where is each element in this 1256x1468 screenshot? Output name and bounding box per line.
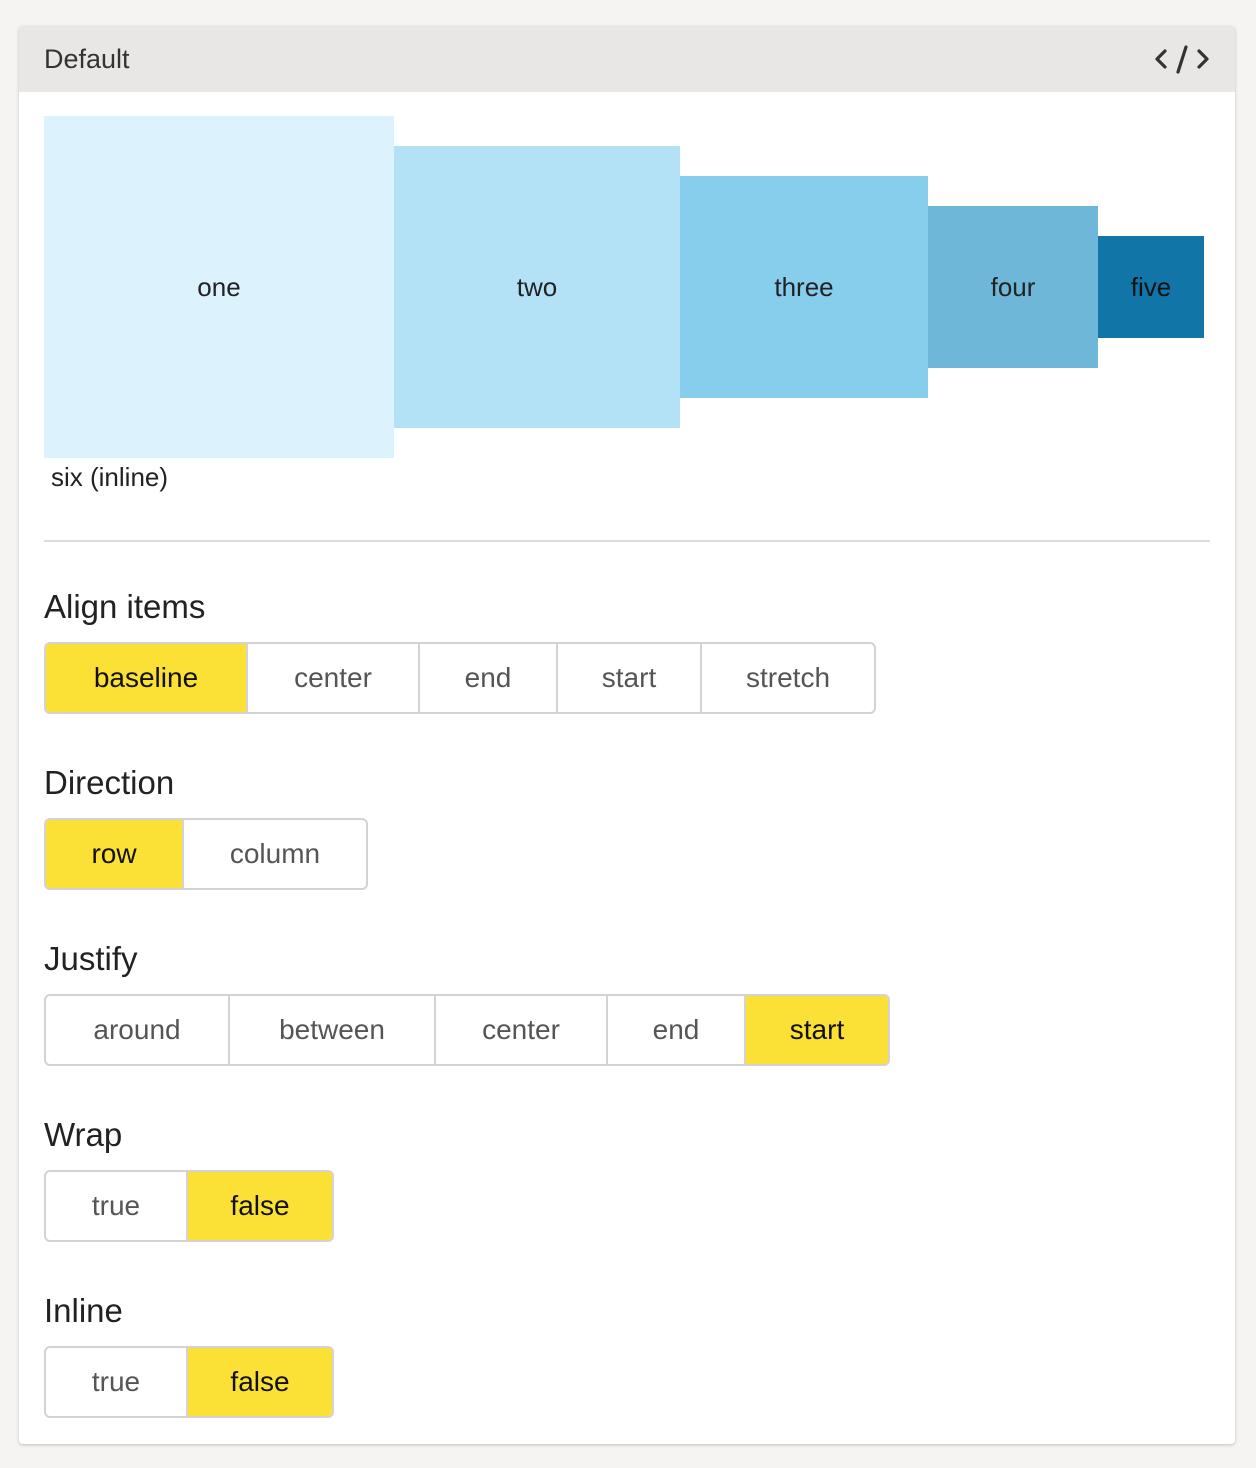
- panel-title: Default: [44, 44, 130, 74]
- justify-option-around[interactable]: around: [46, 996, 228, 1064]
- demo-box-one: one: [44, 116, 394, 458]
- wrap-option-false[interactable]: false: [186, 1172, 332, 1240]
- align-items-option-start[interactable]: start: [556, 644, 700, 712]
- align-items-label: Align items: [44, 588, 206, 625]
- demo-box-five: five: [1098, 236, 1204, 338]
- demo-box-label: two: [516, 271, 558, 302]
- direction-option-column[interactable]: column: [182, 820, 366, 888]
- demo-box-label: one: [197, 271, 241, 302]
- justify-option-start[interactable]: start: [744, 996, 888, 1064]
- demo-box-label: five: [1130, 271, 1172, 302]
- inline-label: Inline: [44, 1292, 123, 1329]
- inline-option-false[interactable]: false: [186, 1348, 332, 1416]
- align-items-option-stretch[interactable]: stretch: [700, 644, 874, 712]
- demo-inline-text: six (inline): [51, 462, 169, 492]
- demo-box-two: two: [394, 146, 680, 428]
- inline-button-group: true false: [44, 1346, 334, 1418]
- wrap-option-true[interactable]: true: [46, 1172, 186, 1240]
- direction-label: Direction: [44, 764, 175, 801]
- justify-button-group: around between center end start: [44, 994, 890, 1066]
- wrap-label: Wrap: [44, 1116, 123, 1153]
- align-items-option-baseline[interactable]: baseline: [46, 644, 246, 712]
- code-icon[interactable]: [1153, 42, 1211, 76]
- wrap-button-group: true false: [44, 1170, 334, 1242]
- align-items-button-group: baseline center end start stretch: [44, 642, 876, 714]
- demo-box-three: three: [680, 176, 928, 398]
- align-items-option-center[interactable]: center: [246, 644, 418, 712]
- justify-option-between[interactable]: between: [228, 996, 434, 1064]
- demo-box-label: four: [990, 271, 1036, 302]
- inline-option-true[interactable]: true: [46, 1348, 186, 1416]
- example-panel: Default one two three four five six (inl…: [19, 26, 1235, 1444]
- direction-option-row[interactable]: row: [46, 820, 182, 888]
- justify-option-end[interactable]: end: [606, 996, 744, 1064]
- panel-header: Default: [19, 26, 1235, 92]
- justify-option-center[interactable]: center: [434, 996, 606, 1064]
- demo-box-label: three: [774, 271, 834, 302]
- direction-button-group: row column: [44, 818, 368, 890]
- flex-demo-area: one two three four five six (inline): [44, 116, 1210, 492]
- align-items-option-end[interactable]: end: [418, 644, 556, 712]
- justify-label: Justify: [44, 940, 138, 977]
- demo-box-four: four: [928, 206, 1098, 368]
- divider: [44, 540, 1210, 542]
